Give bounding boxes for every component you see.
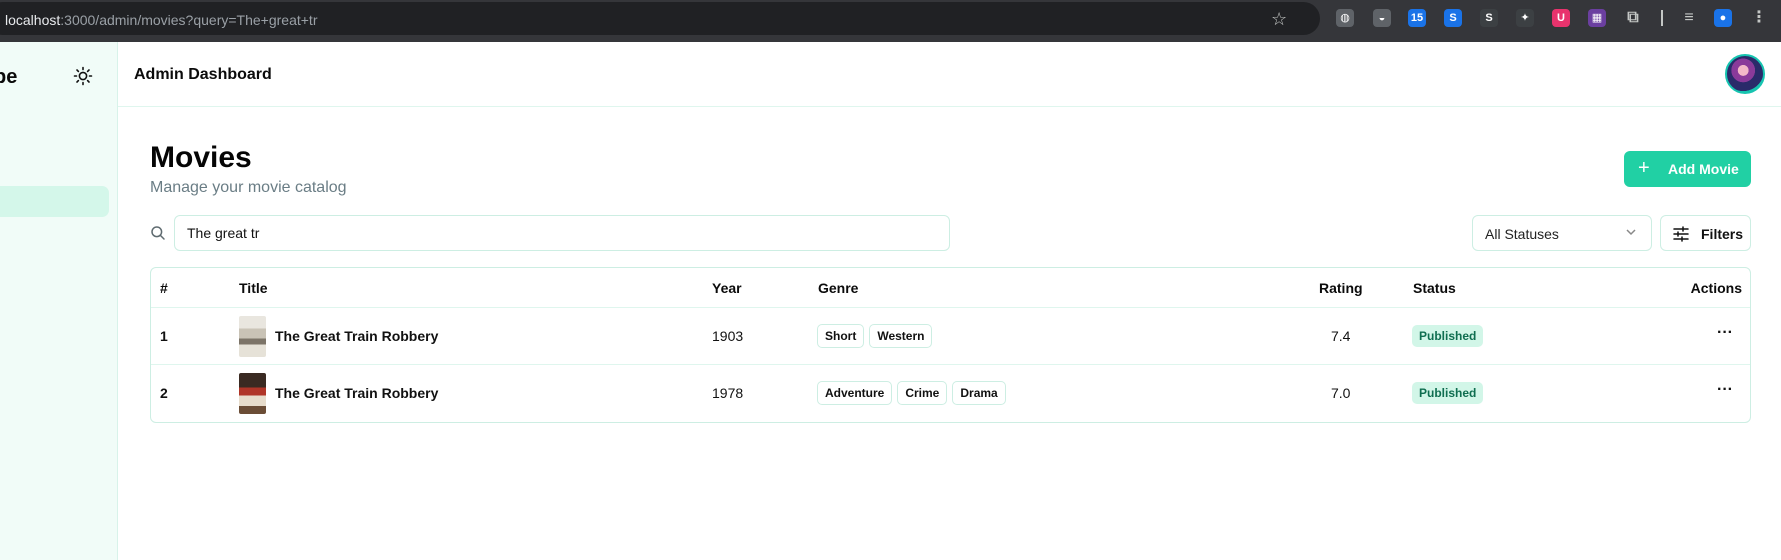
extension-icon-6[interactable]: ✦ (1516, 9, 1534, 27)
movie-title[interactable]: The Great Train Robbery (275, 385, 438, 401)
chevron-down-icon (1625, 225, 1637, 242)
genre-tag: Crime (897, 381, 948, 405)
movie-poster (239, 316, 266, 357)
genre-tag: Western (869, 324, 933, 348)
sliders-icon (1673, 226, 1689, 242)
row-number: 2 (160, 385, 168, 401)
search-input[interactable] (174, 215, 950, 251)
genre-tags: Adventure Crime Drama (817, 381, 1006, 405)
add-movie-button[interactable]: + Add Movie (1624, 151, 1751, 187)
column-header-title[interactable]: Title (239, 280, 268, 296)
table-row[interactable]: 1 The Great Train Robbery 1903 Short Wes… (151, 308, 1750, 365)
genre-tag: Short (817, 324, 865, 348)
extension-icon-5[interactable]: S (1480, 9, 1498, 27)
bookmark-star-icon[interactable]: ☆ (1271, 9, 1287, 30)
table-header: # Title Year Genre Rating Status Actions (151, 268, 1750, 308)
plus-icon: + (1638, 157, 1650, 179)
movie-year: 1903 (712, 328, 744, 344)
more-actions-icon[interactable]: ··· (1717, 381, 1733, 399)
column-header-number[interactable]: # (160, 280, 168, 296)
address-bar[interactable]: localhost:3000/admin/movies?query=The+gr… (0, 2, 1320, 35)
page-subtitle: Manage your movie catalog (150, 179, 347, 196)
genre-tag: Adventure (817, 381, 893, 405)
column-header-actions: Actions (1690, 280, 1742, 296)
more-actions-icon[interactable]: ··· (1717, 324, 1733, 342)
genre-tag: Drama (952, 381, 1006, 405)
column-header-status[interactable]: Status (1413, 280, 1456, 296)
status-badge: Published (1412, 382, 1484, 404)
sidebar: pe (0, 42, 118, 560)
column-header-rating[interactable]: Rating (1319, 280, 1363, 296)
url-text[interactable]: localhost:3000/admin/movies?query=The+gr… (5, 12, 317, 28)
page-title: Movies (150, 141, 252, 174)
movie-poster (239, 373, 266, 414)
column-header-year[interactable]: Year (712, 280, 742, 296)
brand-name: pe (0, 66, 18, 88)
browser-menu-icon[interactable]: ⋮ (1750, 9, 1768, 27)
top-bar: Admin Dashboard (118, 42, 1781, 107)
extension-icon-8[interactable]: ▦ (1588, 9, 1606, 27)
search-icon (150, 225, 166, 241)
profile-icon[interactable]: ● (1714, 9, 1732, 27)
movie-rating: 7.4 (1331, 328, 1351, 344)
toolbar-divider (1661, 10, 1663, 26)
media-control-icon[interactable]: ≡ (1680, 9, 1698, 27)
browser-toolbar: localhost:3000/admin/movies?query=The+gr… (0, 0, 1781, 42)
extension-icon-4[interactable]: S (1444, 9, 1462, 27)
genre-tags: Short Western (817, 324, 933, 348)
extension-icon-7[interactable]: U (1552, 9, 1570, 27)
add-movie-label: Add Movie (1668, 161, 1739, 177)
extension-icon-2[interactable]: ◒ (1373, 9, 1391, 27)
movie-year: 1978 (712, 385, 744, 401)
filters-label: Filters (1701, 226, 1744, 242)
row-number: 1 (160, 328, 168, 344)
table-row[interactable]: 2 The Great Train Robbery 1978 Adventure… (151, 365, 1750, 422)
avatar[interactable] (1725, 54, 1765, 94)
movies-table: # Title Year Genre Rating Status Actions… (150, 267, 1751, 423)
status-filter-value: All Statuses (1485, 226, 1559, 242)
dashboard-title: Admin Dashboard (134, 66, 272, 83)
filters-button[interactable]: Filters (1660, 215, 1751, 251)
extension-icon-3[interactable]: 15 (1408, 9, 1426, 27)
column-header-genre[interactable]: Genre (818, 280, 858, 296)
status-filter-select[interactable]: All Statuses (1472, 215, 1652, 251)
movie-rating: 7.0 (1331, 385, 1351, 401)
status-badge: Published (1412, 325, 1484, 347)
movie-title[interactable]: The Great Train Robbery (275, 328, 438, 344)
extension-icon-1[interactable]: ◍ (1336, 9, 1354, 27)
sun-icon[interactable] (73, 66, 93, 86)
extensions-puzzle-icon[interactable]: ⧉ (1624, 9, 1642, 27)
sidebar-item-active[interactable] (0, 186, 109, 217)
